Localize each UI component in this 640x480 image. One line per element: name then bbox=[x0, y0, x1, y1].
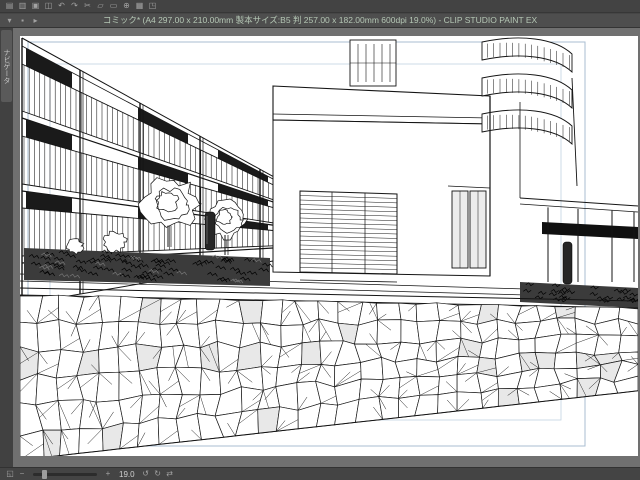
rotate-right-icon[interactable]: ↻ bbox=[152, 468, 164, 480]
app-window: ▤ ▥ ▣ ◫ ↶ ↷ ✂ ▱ ▭ ⊕ ▦ ◳ ▾ ▪ ▸ コミック* (A4 297.00 x 210.… bbox=[0, 0, 640, 480]
zoom-icon[interactable]: ⊕ bbox=[120, 0, 133, 12]
open-file-icon[interactable]: ▥ bbox=[16, 0, 29, 12]
undo-icon[interactable]: ↶ bbox=[55, 0, 68, 12]
rotate-left-icon[interactable]: ↺ bbox=[140, 468, 152, 480]
new-file-icon[interactable]: ▤ bbox=[3, 0, 16, 12]
grid-icon[interactable]: ▦ bbox=[133, 0, 146, 12]
flip-horizontal-icon[interactable]: ⇄ bbox=[164, 468, 176, 480]
save-icon[interactable]: ▣ bbox=[29, 0, 42, 12]
zoom-slider[interactable] bbox=[33, 469, 97, 479]
document-title: コミック* (A4 297.00 x 210.00mm 製本サイズ:B5 判 2… bbox=[102, 15, 538, 25]
paste-icon[interactable]: ▭ bbox=[107, 0, 120, 12]
palette-dock: ナビゲータ bbox=[0, 28, 14, 467]
copy-icon[interactable]: ▱ bbox=[94, 0, 107, 12]
statusbar-tool-icons: ↺ ↻ ⇄ bbox=[140, 468, 176, 480]
canvas-area bbox=[13, 28, 640, 467]
fit-to-screen-icon[interactable]: ◱ bbox=[4, 468, 16, 480]
zoom-value: 19.0 bbox=[119, 469, 135, 479]
document-page[interactable] bbox=[20, 36, 638, 456]
statusbar-right-icons: + bbox=[102, 468, 114, 480]
title-bar: ▾ ▪ ▸ コミック* (A4 297.00 x 210.00mm 製本サイズ:B5… bbox=[0, 14, 640, 28]
zoom-slider-thumb[interactable] bbox=[42, 469, 47, 479]
rotate-canvas-icon[interactable]: ◳ bbox=[146, 0, 159, 12]
palette-tab-navigator[interactable]: ナビゲータ bbox=[1, 30, 12, 102]
zoom-out-icon[interactable]: − bbox=[16, 468, 28, 480]
cut-icon[interactable]: ✂ bbox=[81, 0, 94, 12]
save-all-icon[interactable]: ◫ bbox=[42, 0, 55, 12]
status-bar: ◱ − + 19.0 ↺ ↻ ⇄ bbox=[0, 467, 640, 480]
statusbar-left-icons: ◱ − bbox=[4, 468, 28, 480]
command-bar-row1: ▤ ▥ ▣ ◫ ↶ ↷ ✂ ▱ ▭ ⊕ ▦ ◳ bbox=[0, 0, 640, 13]
zoom-in-icon[interactable]: + bbox=[102, 468, 114, 480]
document-artwork[interactable] bbox=[20, 36, 638, 456]
redo-icon[interactable]: ↷ bbox=[68, 0, 81, 12]
